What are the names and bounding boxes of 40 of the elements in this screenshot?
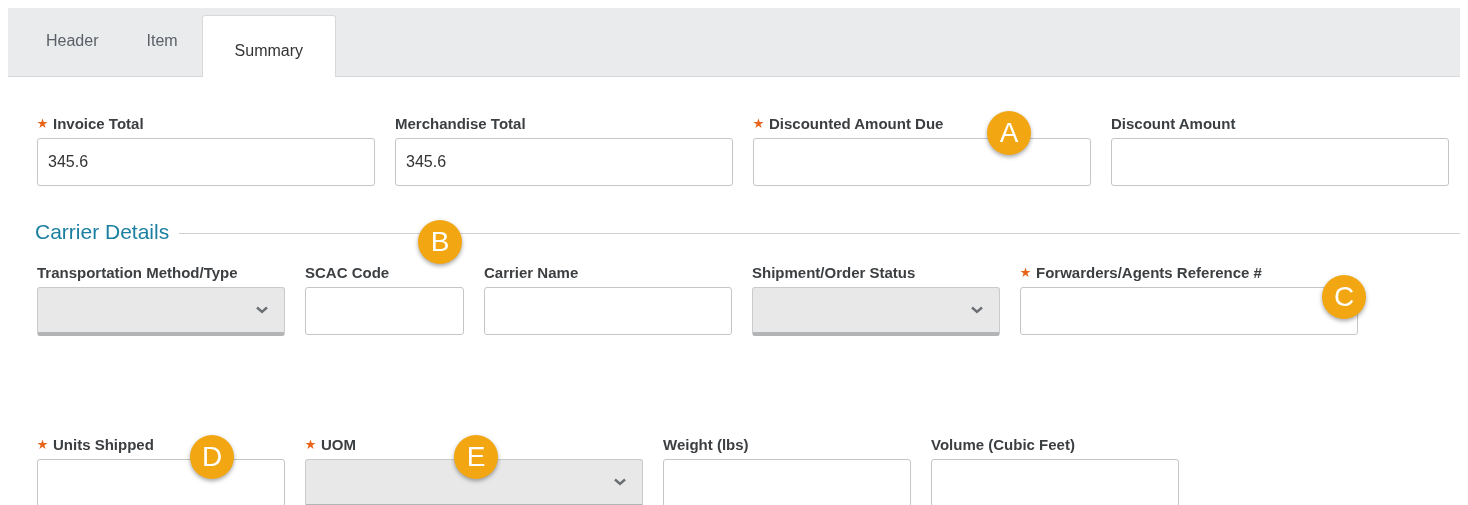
input-field[interactable]: 345.6 bbox=[395, 138, 733, 186]
tab[interactable]: Summary bbox=[201, 15, 337, 77]
field-label: Discount Amount bbox=[1111, 114, 1236, 132]
required-star-icon bbox=[305, 438, 316, 450]
dropdown[interactable] bbox=[752, 287, 1000, 336]
required-star-icon bbox=[37, 438, 48, 450]
required-star-icon bbox=[37, 117, 48, 129]
field-label: Carrier Name bbox=[484, 263, 579, 281]
field-label: Merchandise Total bbox=[395, 114, 526, 132]
field-label: Transportation Method/Type bbox=[37, 263, 238, 281]
chevron-down-icon bbox=[971, 306, 983, 314]
field-label: Units Shipped bbox=[53, 435, 154, 453]
input-field[interactable]: 345.6 bbox=[37, 138, 375, 186]
field-label: Volume (Cubic Feet) bbox=[931, 435, 1075, 453]
callout-badge: D bbox=[190, 435, 234, 479]
callout-badge: C bbox=[1322, 275, 1366, 319]
tab[interactable]: Item bbox=[122, 15, 202, 76]
field-label: Invoice Total bbox=[53, 114, 144, 132]
input-field[interactable] bbox=[484, 287, 732, 335]
field-label: Shipment/Order Status bbox=[752, 263, 916, 281]
input-field[interactable] bbox=[1020, 287, 1358, 335]
callout-badge: E bbox=[454, 435, 498, 479]
callout-badge: A bbox=[987, 111, 1031, 155]
dropdown[interactable] bbox=[37, 287, 285, 336]
input-field[interactable] bbox=[305, 287, 464, 335]
input-field[interactable] bbox=[1111, 138, 1449, 186]
field-label: UOM bbox=[321, 435, 356, 453]
section-heading: Carrier Details bbox=[35, 220, 170, 244]
input-field[interactable] bbox=[663, 459, 911, 505]
field-label: Discounted Amount Due bbox=[769, 114, 944, 132]
callout-badge: B bbox=[418, 220, 462, 264]
tab[interactable]: Header bbox=[22, 15, 123, 76]
chevron-down-icon bbox=[614, 478, 626, 486]
field-label: SCAC Code bbox=[305, 263, 390, 281]
field-label: Forwarders/Agents Reference # bbox=[1036, 263, 1262, 281]
input-field[interactable] bbox=[931, 459, 1179, 505]
required-star-icon bbox=[1020, 266, 1031, 278]
field-label: Weight (lbs) bbox=[663, 435, 749, 453]
required-star-icon bbox=[753, 117, 764, 129]
chevron-down-icon bbox=[256, 306, 268, 314]
